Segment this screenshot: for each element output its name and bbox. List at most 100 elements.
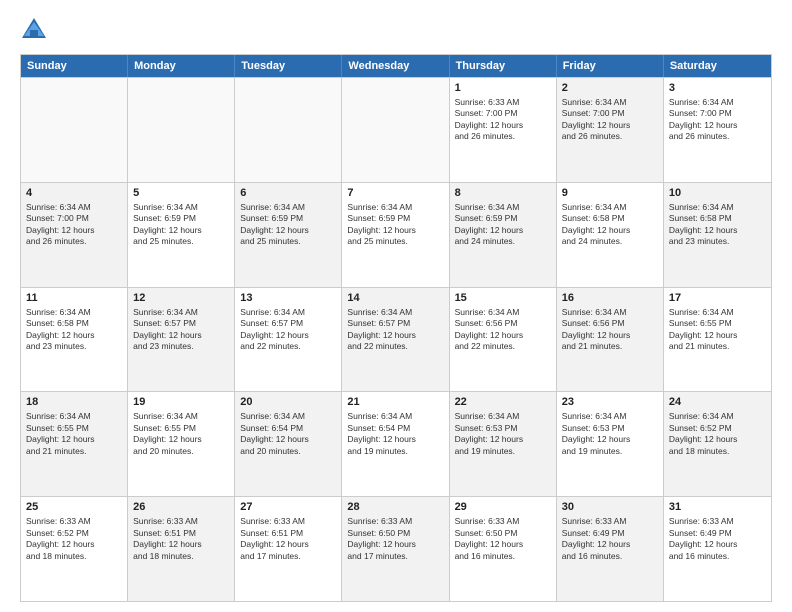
day-info: Sunrise: 6:34 AM Sunset: 6:57 PM Dayligh… [347,307,443,353]
day-number: 25 [26,501,122,513]
day-info: Sunrise: 6:34 AM Sunset: 7:00 PM Dayligh… [669,97,766,143]
day-info: Sunrise: 6:34 AM Sunset: 6:59 PM Dayligh… [455,202,551,248]
day-26: 26 Sunrise: 6:33 AM Sunset: 6:51 PM Dayli… [128,497,235,601]
weekday-header-tuesday: Tuesday [235,55,342,77]
day-info: Sunrise: 6:34 AM Sunset: 6:57 PM Dayligh… [240,307,336,353]
day-number: 10 [669,187,766,199]
day-info: Sunrise: 6:34 AM Sunset: 6:53 PM Dayligh… [455,411,551,457]
day-number: 16 [562,292,658,304]
day-info: Sunrise: 6:33 AM Sunset: 6:49 PM Dayligh… [562,516,658,562]
page: SundayMondayTuesdayWednesdayThursdayFrid… [0,0,792,612]
day-4: 4 Sunrise: 6:34 AM Sunset: 7:00 PM Daylig… [21,183,128,287]
day-23: 23 Sunrise: 6:34 AM Sunset: 6:53 PM Dayli… [557,392,664,496]
day-info: Sunrise: 6:34 AM Sunset: 6:58 PM Dayligh… [26,307,122,353]
day-number: 5 [133,187,229,199]
weekday-header-wednesday: Wednesday [342,55,449,77]
day-info: Sunrise: 6:33 AM Sunset: 7:00 PM Dayligh… [455,97,551,143]
day-number: 13 [240,292,336,304]
day-28: 28Sunrise: 6:33 AM Sunset: 6:50 PM Dayli… [342,497,449,601]
day-number: 9 [562,187,658,199]
day-info: Sunrise: 6:34 AM Sunset: 6:54 PM Dayligh… [347,411,443,457]
day-1: 1Sunrise: 6:33 AM Sunset: 7:00 PM Daylig… [450,78,557,182]
day-info: Sunrise: 6:33 AM Sunset: 6:52 PM Dayligh… [26,516,122,562]
day-info: Sunrise: 6:34 AM Sunset: 6:56 PM Dayligh… [562,307,658,353]
day-info: Sunrise: 6:34 AM Sunset: 6:59 PM Dayligh… [347,202,443,248]
cal-row-2: 11Sunrise: 6:34 AM Sunset: 6:58 PM Dayli… [21,287,771,392]
day-number: 17 [669,292,766,304]
day-info: Sunrise: 6:33 AM Sunset: 6:51 PM Dayligh… [240,516,336,562]
day-info: Sunrise: 6:34 AM Sunset: 6:57 PM Dayligh… [133,307,229,353]
calendar-body: 1Sunrise: 6:33 AM Sunset: 7:00 PM Daylig… [21,77,771,601]
day-number: 30 [562,501,658,513]
day-number: 8 [455,187,551,199]
day-number: 24 [669,396,766,408]
day-number: 12 [133,292,229,304]
day-info: Sunrise: 6:33 AM Sunset: 6:50 PM Dayligh… [455,516,551,562]
day-15: 15Sunrise: 6:34 AM Sunset: 6:56 PM Dayli… [450,288,557,392]
day-number: 6 [240,187,336,199]
day-info: Sunrise: 6:34 AM Sunset: 6:58 PM Dayligh… [562,202,658,248]
day-info: Sunrise: 6:33 AM Sunset: 6:51 PM Dayligh… [133,516,229,562]
day-number: 31 [669,501,766,513]
header [20,16,772,44]
day-14: 14 Sunrise: 6:34 AM Sunset: 6:57 PM Dayli… [342,288,449,392]
day-number: 2 [562,82,658,94]
day-number: 3 [669,82,766,94]
day-21: 21Sunrise: 6:34 AM Sunset: 6:54 PM Dayli… [342,392,449,496]
day-info: Sunrise: 6:34 AM Sunset: 6:55 PM Dayligh… [133,411,229,457]
weekday-header-monday: Monday [128,55,235,77]
empty-cell [128,78,235,182]
calendar-header: SundayMondayTuesdayWednesdayThursdayFrid… [21,55,771,77]
day-27: 27 Sunrise: 6:33 AM Sunset: 6:51 PM Dayli… [235,497,342,601]
day-19: 19 Sunrise: 6:34 AM Sunset: 6:55 PM Dayli… [128,392,235,496]
day-10: 10Sunrise: 6:34 AM Sunset: 6:58 PM Dayli… [664,183,771,287]
cal-row-1: 4 Sunrise: 6:34 AM Sunset: 7:00 PM Daylig… [21,182,771,287]
day-number: 29 [455,501,551,513]
empty-cell [235,78,342,182]
day-13: 13 Sunrise: 6:34 AM Sunset: 6:57 PM Dayli… [235,288,342,392]
empty-cell [342,78,449,182]
day-info: Sunrise: 6:33 AM Sunset: 6:49 PM Dayligh… [669,516,766,562]
day-5: 5 Sunrise: 6:34 AM Sunset: 6:59 PM Daylig… [128,183,235,287]
weekday-header-thursday: Thursday [450,55,557,77]
day-29: 29 Sunrise: 6:33 AM Sunset: 6:50 PM Dayli… [450,497,557,601]
day-number: 26 [133,501,229,513]
day-info: Sunrise: 6:34 AM Sunset: 6:52 PM Dayligh… [669,411,766,457]
day-number: 22 [455,396,551,408]
day-17: 17 Sunrise: 6:34 AM Sunset: 6:55 PM Dayli… [664,288,771,392]
day-20: 20Sunrise: 6:34 AM Sunset: 6:54 PM Dayli… [235,392,342,496]
day-info: Sunrise: 6:34 AM Sunset: 6:55 PM Dayligh… [26,411,122,457]
day-24: 24 Sunrise: 6:34 AM Sunset: 6:52 PM Dayli… [664,392,771,496]
day-9: 9 Sunrise: 6:34 AM Sunset: 6:58 PM Daylig… [557,183,664,287]
day-number: 4 [26,187,122,199]
day-number: 14 [347,292,443,304]
day-number: 19 [133,396,229,408]
cal-row-4: 25 Sunrise: 6:33 AM Sunset: 6:52 PM Dayli… [21,496,771,601]
day-12: 12 Sunrise: 6:34 AM Sunset: 6:57 PM Dayli… [128,288,235,392]
cal-row-0: 1Sunrise: 6:33 AM Sunset: 7:00 PM Daylig… [21,77,771,182]
empty-cell [21,78,128,182]
day-31: 31 Sunrise: 6:33 AM Sunset: 6:49 PM Dayli… [664,497,771,601]
day-3: 3 Sunrise: 6:34 AM Sunset: 7:00 PM Daylig… [664,78,771,182]
day-number: 27 [240,501,336,513]
weekday-header-sunday: Sunday [21,55,128,77]
day-number: 20 [240,396,336,408]
day-16: 16 Sunrise: 6:34 AM Sunset: 6:56 PM Dayli… [557,288,664,392]
day-number: 28 [347,501,443,513]
day-info: Sunrise: 6:34 AM Sunset: 7:00 PM Dayligh… [26,202,122,248]
day-number: 7 [347,187,443,199]
day-info: Sunrise: 6:34 AM Sunset: 6:53 PM Dayligh… [562,411,658,457]
day-info: Sunrise: 6:34 AM Sunset: 7:00 PM Dayligh… [562,97,658,143]
day-18: 18Sunrise: 6:34 AM Sunset: 6:55 PM Dayli… [21,392,128,496]
cal-row-3: 18Sunrise: 6:34 AM Sunset: 6:55 PM Dayli… [21,391,771,496]
day-info: Sunrise: 6:34 AM Sunset: 6:59 PM Dayligh… [240,202,336,248]
day-7: 7 Sunrise: 6:34 AM Sunset: 6:59 PM Daylig… [342,183,449,287]
day-number: 23 [562,396,658,408]
day-11: 11Sunrise: 6:34 AM Sunset: 6:58 PM Dayli… [21,288,128,392]
weekday-header-friday: Friday [557,55,664,77]
day-info: Sunrise: 6:34 AM Sunset: 6:59 PM Dayligh… [133,202,229,248]
day-info: Sunrise: 6:34 AM Sunset: 6:55 PM Dayligh… [669,307,766,353]
weekday-header-saturday: Saturday [664,55,771,77]
day-8: 8 Sunrise: 6:34 AM Sunset: 6:59 PM Daylig… [450,183,557,287]
day-30: 30 Sunrise: 6:33 AM Sunset: 6:49 PM Dayli… [557,497,664,601]
